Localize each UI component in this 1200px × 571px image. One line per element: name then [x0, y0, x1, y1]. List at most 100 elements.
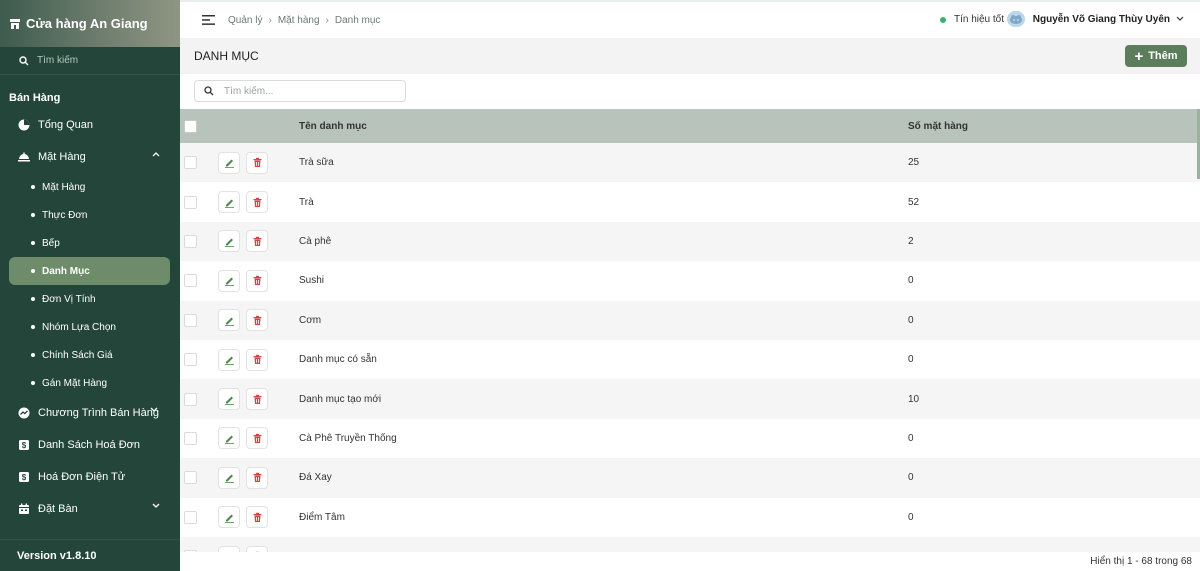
row-checkbox[interactable] [184, 431, 197, 445]
row-checkbox[interactable] [184, 234, 197, 248]
sidebar-subitem-products[interactable]: Mặt Hàng [0, 173, 180, 201]
header-item-count[interactable]: Số mặt hàng [908, 109, 1200, 143]
row-select-cell [180, 182, 218, 222]
row-checkbox[interactable] [184, 313, 197, 327]
trash-icon [252, 512, 263, 523]
trash-icon [252, 472, 263, 483]
delete-button[interactable] [246, 151, 268, 174]
item-count-cell: 0 [908, 261, 1200, 301]
chevron-down-icon [1176, 16, 1184, 22]
category-name-cell: Điểm Tâm [299, 497, 908, 537]
edit-button[interactable] [218, 191, 240, 214]
table-row[interactable]: Cà phê 2 [180, 221, 1200, 262]
store-header[interactable]: Cửa hàng An Giang [0, 0, 180, 47]
pencil-icon [224, 512, 235, 523]
row-select-cell [180, 418, 218, 459]
sidebar-subitem-kitchen[interactable]: Bếp [0, 229, 180, 257]
select-all-checkbox[interactable] [184, 119, 197, 133]
edit-button[interactable] [218, 309, 240, 332]
header-select-all [180, 109, 218, 143]
edit-button[interactable] [218, 506, 240, 529]
breadcrumb-products[interactable]: Mặt hàng [278, 15, 320, 26]
table-row[interactable]: Trà sữa 25 [180, 143, 1200, 183]
sidebar-subitem-menu[interactable]: Thực Đơn [0, 201, 180, 229]
delete-button[interactable] [246, 191, 268, 214]
bullet-icon [31, 353, 35, 357]
menu-toggle-icon[interactable] [202, 14, 216, 26]
delete-button[interactable] [246, 466, 268, 489]
sidebar-subitem-categories[interactable]: Danh Mục [9, 257, 170, 285]
user-menu[interactable]: Nguyễn Võ Giang Thùy Uyên [1006, 11, 1184, 27]
pencil-icon [224, 433, 235, 444]
sidebar-item-overview[interactable]: Tổng Quan [0, 109, 180, 141]
sidebar-subitem-units[interactable]: Đơn Vị Tính [0, 285, 180, 313]
table-row[interactable]: Danh mục có sẵn 0 [180, 339, 1200, 380]
item-count-cell: 0 [908, 300, 1200, 340]
table-row[interactable]: Điểm Tâm 0 [180, 497, 1200, 537]
breadcrumb-manage[interactable]: Quản lý [228, 15, 262, 26]
sidebar-subitem-price-policy[interactable]: Chính Sách Giá [0, 341, 180, 369]
sidebar-subitem-option-groups[interactable]: Nhóm Lựa Chọn [0, 313, 180, 341]
table-row[interactable]: Danh mục tạo mới 10 [180, 379, 1200, 419]
sidebar-item-invoices[interactable]: $ Danh Sách Hoá Đơn [0, 429, 180, 461]
row-checkbox[interactable] [184, 510, 197, 524]
e-invoice-icon: $ [17, 471, 31, 483]
trash-icon [252, 157, 263, 168]
delete-button[interactable] [246, 230, 268, 253]
table-row[interactable]: Cà Phê Truyền Thống 0 [180, 418, 1200, 459]
trash-icon [252, 354, 263, 365]
delete-button[interactable] [246, 348, 268, 371]
search-icon [204, 86, 214, 96]
pencil-icon [224, 354, 235, 365]
table-row[interactable]: Trà 52 [180, 182, 1200, 222]
item-count-cell: 0 [908, 339, 1200, 380]
row-checkbox[interactable] [184, 195, 197, 209]
row-checkbox[interactable] [184, 353, 197, 367]
sidebar-subitem-label: Đơn Vị Tính [42, 293, 96, 305]
category-name-cell: Đá Xay [299, 458, 908, 498]
edit-button[interactable] [218, 388, 240, 411]
sidebar-search-placeholder: Tìm kiếm [37, 55, 79, 66]
sidebar-item-e-invoice[interactable]: $ Hoá Đơn Điện Tử [0, 461, 180, 493]
delete-button[interactable] [246, 427, 268, 450]
page-title: DANH MỤC [194, 49, 259, 63]
row-select-cell [180, 300, 218, 340]
sidebar-subitem-assign-products[interactable]: Gán Mặt Hàng [0, 369, 180, 397]
row-checkbox[interactable] [184, 274, 197, 288]
sidebar-subitem-label: Gán Mặt Hàng [42, 377, 108, 389]
delete-button[interactable] [246, 309, 268, 332]
header-category-name[interactable]: Tên danh mục [299, 109, 908, 143]
table-row[interactable]: Sushi 0 [180, 261, 1200, 301]
sidebar-subitem-label: Thực Đơn [42, 209, 88, 221]
chevron-down-icon [152, 503, 160, 509]
search-icon [19, 55, 29, 66]
edit-button[interactable] [218, 466, 240, 489]
search-placeholder: Tìm kiếm... [224, 85, 274, 97]
table-row[interactable]: Đá Xay 0 [180, 458, 1200, 498]
status-dot-icon [939, 16, 946, 23]
edit-button[interactable] [218, 269, 240, 292]
sidebar-item-products[interactable]: Mặt Hàng [0, 141, 180, 173]
calendar-icon [17, 503, 31, 515]
edit-button[interactable] [218, 348, 240, 371]
delete-button[interactable] [246, 388, 268, 411]
sidebar-search[interactable]: Tìm kiếm [0, 47, 180, 75]
breadcrumb-categories: Danh mục [334, 14, 381, 26]
edit-button[interactable] [218, 151, 240, 174]
item-count-cell: 0 [908, 418, 1200, 459]
add-category-button[interactable]: + Thêm [1125, 45, 1187, 67]
category-search-input[interactable]: Tìm kiếm... [194, 80, 406, 102]
sidebar-item-sales-program[interactable]: Chương Trình Bán Hàng [0, 397, 180, 429]
edit-button[interactable] [218, 230, 240, 253]
row-checkbox[interactable] [184, 156, 197, 170]
delete-button[interactable] [246, 506, 268, 529]
row-select-cell [180, 261, 218, 301]
row-checkbox[interactable] [184, 392, 197, 406]
store-icon [9, 18, 21, 30]
row-checkbox[interactable] [184, 471, 197, 485]
sidebar-item-booking[interactable]: Đặt Bàn [0, 493, 180, 525]
table-row[interactable]: Cơm 0 [180, 300, 1200, 340]
delete-button[interactable] [246, 269, 268, 292]
sidebar-subitem-label: Chính Sách Giá [42, 349, 113, 361]
edit-button[interactable] [218, 427, 240, 450]
